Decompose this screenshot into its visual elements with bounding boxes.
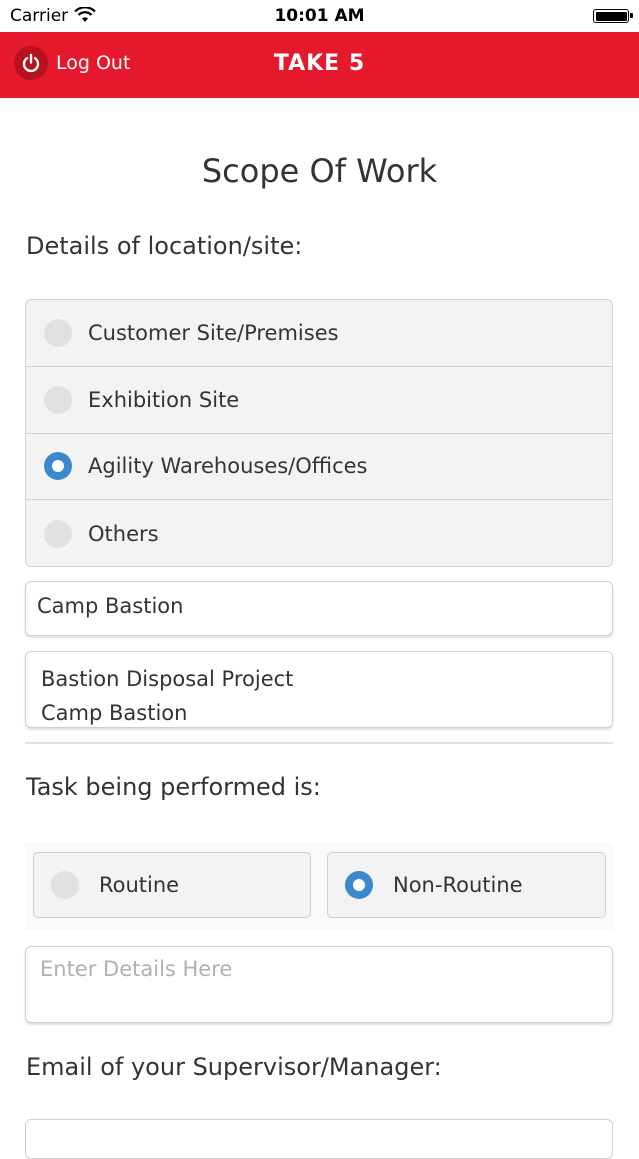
radio-unselected-icon [44, 519, 72, 548]
location-radio-group: Customer Site/Premises Exhibition Site A… [25, 299, 613, 567]
radio-unselected-icon [44, 318, 72, 347]
email-section-label: Email of your Supervisor/Manager: [26, 1053, 442, 1081]
location-option-exhibition-site[interactable]: Exhibition Site [26, 367, 612, 434]
app-header: Log Out TAKE 5 [0, 32, 639, 98]
radio-unselected-icon [44, 385, 72, 414]
location-option-agility-warehouses[interactable]: Agility Warehouses/Offices [26, 434, 612, 501]
page-title: Scope Of Work [201, 152, 438, 190]
supervisor-email-input[interactable] [25, 1119, 613, 1159]
option-label: Customer Site/Premises [88, 320, 339, 345]
location-section-label: Details of location/site: [26, 232, 303, 260]
option-label: Agility Warehouses/Offices [88, 454, 368, 479]
divider [25, 738, 613, 744]
option-label: Others [88, 521, 159, 546]
radio-selected-icon [345, 871, 373, 899]
description-line: Bastion Disposal Project [41, 667, 294, 691]
battery-icon [593, 9, 633, 23]
option-label: Exhibition Site [88, 387, 240, 412]
status-bar: Carrier 10:01 AM [0, 0, 639, 32]
option-label: Non-Routine [393, 873, 523, 897]
location-option-customer-site[interactable]: Customer Site/Premises [26, 300, 612, 367]
option-label: Routine [99, 873, 180, 897]
site-description-field[interactable]: Bastion Disposal Project Camp Bastion [25, 651, 613, 728]
description-line: Camp Bastion [41, 701, 188, 725]
site-name-field[interactable]: Camp Bastion [25, 581, 613, 636]
app-title: TAKE 5 [273, 51, 366, 76]
location-option-others[interactable]: Others [26, 500, 612, 566]
task-details-input[interactable] [25, 946, 613, 1023]
radio-selected-icon [44, 452, 72, 481]
task-option-non-routine[interactable]: Non-Routine [327, 852, 606, 918]
task-section-label: Task being performed is: [26, 773, 321, 801]
radio-unselected-icon [51, 871, 79, 899]
task-option-routine[interactable]: Routine [33, 852, 311, 918]
clock: 10:01 AM [274, 6, 365, 26]
